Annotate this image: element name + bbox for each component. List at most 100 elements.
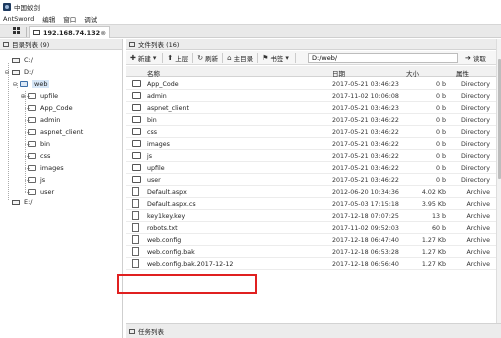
vertical-scrollbar[interactable] [496,39,501,323]
file-size: 0 b [435,93,446,100]
tree-item-label: admin [40,116,61,124]
tree-item-d-drive[interactable]: ⊖ D:/ [4,67,33,77]
folder-icon [132,80,141,87]
table-row[interactable]: web.config.bak.2017-12-12 2017-12-18 06:5… [126,258,496,270]
expand-icon[interactable]: ⊕ [20,93,26,100]
folder-icon [132,164,141,171]
tree-item-css[interactable]: css [28,151,50,161]
file-date: 2017-11-02 10:06:08 [332,93,399,100]
file-name: upfile [147,165,165,172]
file-attr: Directory [460,165,490,172]
tab-close-icon[interactable]: ⊗ [101,29,106,37]
refresh-icon: ↻ [197,53,204,62]
task-list-panel[interactable]: 任务列表 [126,323,501,338]
menu-debug[interactable]: 调试 [84,14,97,24]
window-title: 中国蚁剑 [14,3,40,12]
table-row[interactable]: key1key.key 2017-12-18 07:07:25 13 b Archiv… [126,210,496,222]
collapse-icon[interactable]: ⊖ [4,69,10,76]
tree-item-c-drive[interactable]: C:/ [4,55,33,65]
arrow-right-icon: ➔ [465,54,471,62]
tree-item-e-drive[interactable]: E:/ [4,197,33,207]
column-date[interactable]: 日期 [332,68,345,78]
table-row[interactable]: web.config 2017-12-18 06:47:40 1.27 Kb Arch… [126,234,496,246]
file-icon [132,235,139,244]
file-date: 2017-05-21 03:46:22 [332,153,399,160]
tree-item-images[interactable]: images [28,163,64,173]
tab-divider [26,27,27,37]
menu-window[interactable]: 窗口 [63,14,76,24]
tree-item-label: upfile [40,92,59,100]
file-date: 2017-05-21 03:46:22 [332,165,399,172]
table-row[interactable]: bin 2017-05-21 03:46:22 0 b Directory [126,114,496,126]
tree-item-label: css [40,152,51,160]
menu-edit[interactable]: 编辑 [42,14,55,24]
file-name: Default.aspx [147,189,187,196]
table-row[interactable]: App_Code 2017-05-21 03:46:23 0 b Directory [126,78,496,90]
up-button[interactable]: ⬆ 上层 [167,52,188,63]
file-name: App_Code [147,81,179,88]
menu-antsword[interactable]: AntSword [3,15,34,23]
file-attr: Archive [466,189,490,196]
path-input[interactable] [308,53,458,63]
table-row[interactable]: robots.txt 2017-11-02 09:52:03 60 b Archive [126,222,496,234]
tree-item-label: images [40,164,64,172]
tree-item-js[interactable]: js [28,175,45,185]
folder-icon [132,104,141,111]
column-attr[interactable]: 属性 [456,68,469,78]
file-size: 13 b [431,213,446,220]
table-row[interactable]: Default.aspx.cs 2017-05-03 17:15:18 3.95 K… [126,198,496,210]
folder-icon [132,92,141,99]
file-toolbar: ✚ 新建 ▾ ⬆ 上层 ↻ 刷新 ⌂ 主目录 ⚑ 书签 ▾ ➔ 读取 [126,51,496,65]
read-button[interactable]: ➔ 读取 [465,53,486,63]
home-button[interactable]: ⌂ 主目录 [227,52,253,63]
column-name[interactable]: 名称 [147,68,160,78]
file-name: css [147,129,158,136]
collapse-icon[interactable]: ⊖ [12,81,18,88]
file-list-header: 文件列表 (16) [126,39,496,50]
file-size: 0 b [435,153,446,160]
table-row[interactable]: web.config.bak 2017-12-18 06:53:28 1.27 Kb… [126,246,496,258]
tree-item-label: web [32,80,50,88]
file-size: 0 b [435,105,446,112]
folder-icon [28,177,36,183]
menu-bar: AntSword 编辑 窗口 调试 [0,13,501,24]
file-date: 2017-05-03 17:15:18 [332,201,399,208]
table-row[interactable]: aspnet_client 2017-05-21 03:46:23 0 b Direc… [126,102,496,114]
tree-item-upfile[interactable]: ⊕ upfile [20,91,58,101]
table-row[interactable]: upfile 2017-05-21 03:46:22 0 b Directory [126,162,496,174]
file-grid-header: 名称 日期 大小 属性 [126,66,496,78]
column-size[interactable]: 大小 [406,68,419,78]
file-size: 1.27 Kb [421,261,446,268]
table-row[interactable]: js 2017-05-21 03:46:22 0 b Directory [126,150,496,162]
tree-item-aspnet-client[interactable]: aspnet_client [28,127,83,137]
app-logo-icon [3,2,11,11]
tab-bar: 192.168.74.132 ⊗ [0,24,501,38]
tree-item-label: E:/ [24,198,33,206]
tree-item-web[interactable]: ⊖ web [12,79,50,89]
folder-icon [132,176,141,183]
refresh-button[interactable]: ↻ 刷新 [197,52,218,63]
tree-item-label: js [40,176,46,184]
tab-label: 192.168.74.132 [43,28,101,37]
folder-icon [132,152,141,159]
file-size: 0 b [435,141,446,148]
table-row[interactable]: admin 2017-11-02 10:06:08 0 b Directory [126,90,496,102]
tree-item-bin[interactable]: bin [28,139,50,149]
new-button[interactable]: ✚ 新建 ▾ [130,52,158,63]
bookmark-button[interactable]: ⚑ 书签 ▾ [262,52,291,63]
task-list-title: 任务列表 [138,328,164,336]
file-list-title: 文件列表 (16) [138,41,180,49]
tree-item-app-code[interactable]: App_Code [28,103,73,113]
tree-item-admin[interactable]: admin [28,115,60,125]
table-row[interactable]: user 2017-05-21 03:46:22 0 b Directory [126,174,496,186]
table-row[interactable]: images 2017-05-21 03:46:22 0 b Directory [126,138,496,150]
file-size: 0 b [435,81,446,88]
file-icon [132,211,139,220]
grid-home-icon[interactable] [13,27,23,36]
table-row[interactable]: css 2017-05-21 03:46:22 0 b Directory [126,126,496,138]
file-name: user [147,177,161,184]
file-attr: Directory [460,117,490,124]
table-row[interactable]: Default.aspx 2012-06-20 10:34:36 4.02 Kb Ar… [126,186,496,198]
tab-shell-session[interactable]: 192.168.74.132 ⊗ [29,26,110,38]
tree-item-user[interactable]: user [28,187,54,197]
